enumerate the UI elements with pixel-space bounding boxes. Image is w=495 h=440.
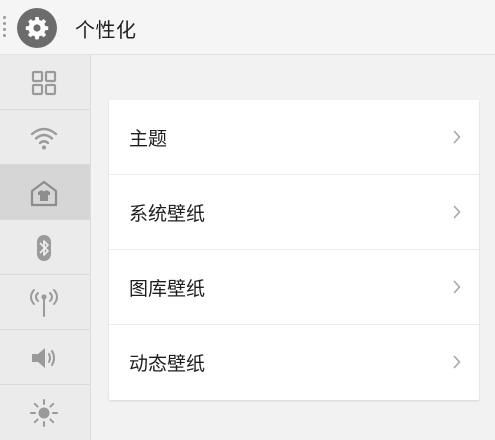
- sidebar-item-apps[interactable]: [0, 55, 90, 110]
- chevron-right-icon: [453, 205, 461, 219]
- sidebar-item-personalization[interactable]: [0, 165, 90, 220]
- list-item-gallery-wallpaper[interactable]: 图库壁纸: [109, 250, 479, 325]
- page-title: 个性化: [75, 18, 137, 42]
- sidebar-item-hotspot[interactable]: [0, 275, 90, 330]
- list-item-label: 动态壁纸: [129, 353, 206, 375]
- sidebar-item-wifi[interactable]: [0, 110, 90, 165]
- list-item-live-wallpaper[interactable]: 动态壁纸: [109, 325, 479, 400]
- brightness-icon: [30, 399, 58, 427]
- sidebar: [0, 55, 91, 440]
- list-item-label: 系统壁纸: [129, 203, 206, 225]
- grid-icon: [31, 70, 57, 96]
- wifi-icon: [30, 127, 58, 150]
- speaker-icon: [32, 348, 55, 368]
- chevron-right-icon: [453, 355, 461, 369]
- settings-app-icon[interactable]: [17, 8, 57, 48]
- sidebar-item-sound[interactable]: [0, 330, 90, 385]
- gear-icon: [25, 17, 49, 40]
- main-content: 主题 系统壁纸 图库壁纸 动态壁纸: [91, 55, 495, 440]
- list-item-label: 主题: [129, 128, 168, 150]
- drag-handle-icon[interactable]: [3, 16, 9, 38]
- sidebar-item-bluetooth[interactable]: [0, 220, 90, 275]
- chevron-right-icon: [453, 280, 461, 294]
- antenna-icon: [30, 289, 58, 317]
- chevron-right-icon: [453, 130, 461, 144]
- list-item-theme[interactable]: 主题: [109, 100, 479, 175]
- bluetooth-icon: [37, 235, 51, 261]
- header-bar: 个性化: [0, 0, 495, 55]
- settings-card: 主题 系统壁纸 图库壁纸 动态壁纸: [109, 100, 479, 400]
- sidebar-item-display[interactable]: [0, 385, 90, 440]
- list-item-system-wallpaper[interactable]: 系统壁纸: [109, 175, 479, 250]
- list-item-label: 图库壁纸: [129, 278, 206, 300]
- theme-shirt-icon: [30, 180, 58, 207]
